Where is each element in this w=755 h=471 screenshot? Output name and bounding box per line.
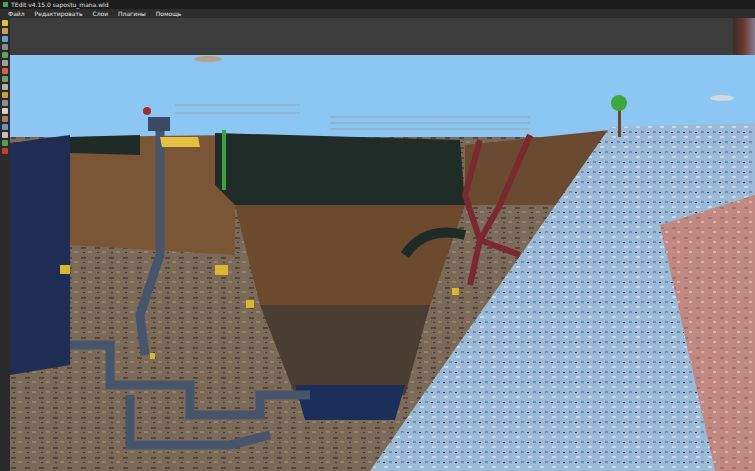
tool-icon[interactable]	[2, 20, 8, 26]
spawn-icon	[143, 107, 151, 115]
floating-island	[194, 56, 222, 62]
sand	[160, 137, 200, 147]
floating-island	[710, 95, 734, 101]
forest-surface	[215, 133, 465, 205]
tool-icon[interactable]	[2, 108, 8, 114]
tree-trunk	[618, 107, 621, 137]
ore-deposit	[215, 265, 228, 275]
tedit-window: TEdit v4.15.0 sapostu_mana.wld Файл Редак…	[0, 0, 755, 471]
ore-deposit	[60, 265, 70, 274]
cave	[405, 233, 465, 256]
crimson-biome	[660, 195, 755, 471]
top-panel	[10, 18, 755, 55]
tool-icon[interactable]	[2, 44, 8, 50]
dirt-layer	[70, 135, 235, 255]
tool-icon[interactable]	[2, 84, 8, 90]
dungeon-entrance	[148, 117, 170, 131]
underground-layer	[260, 305, 430, 395]
tool-icon[interactable]	[2, 52, 8, 58]
sky-bridge	[175, 105, 530, 129]
tool-icon[interactable]	[2, 100, 8, 106]
dirt-layer	[235, 205, 465, 305]
title-bar: TEdit v4.15.0 sapostu_mana.wld	[0, 0, 755, 9]
crimson-chasm	[465, 135, 530, 285]
ocean	[10, 135, 70, 375]
app-icon	[3, 2, 8, 7]
tool-icon[interactable]	[2, 148, 8, 154]
tool-icon[interactable]	[2, 124, 8, 130]
tool-icon[interactable]	[2, 68, 8, 74]
tool-icon[interactable]	[2, 36, 8, 42]
menu-item[interactable]: Файл	[8, 10, 25, 18]
tool-icon[interactable]	[2, 28, 8, 34]
snow-biome	[370, 123, 755, 471]
tree-icon	[611, 95, 627, 111]
forest-surface	[70, 135, 140, 155]
ore-deposit	[452, 288, 459, 295]
menu-item[interactable]: Помощь	[156, 10, 182, 18]
window-title: TEdit v4.15.0 sapostu_mana.wld	[11, 1, 109, 9]
tool-icon[interactable]	[2, 92, 8, 98]
tool-icon[interactable]	[2, 132, 8, 138]
menu-item[interactable]: Слои	[92, 10, 108, 18]
water-pool	[295, 385, 405, 420]
ore-deposit	[150, 353, 155, 359]
tool-icon[interactable]	[2, 140, 8, 146]
tool-bar	[0, 18, 10, 471]
stone-layer	[10, 55, 755, 471]
menu-item[interactable]: Редактировать	[35, 10, 83, 18]
dungeon	[70, 125, 310, 445]
menu-item[interactable]: Плагины	[118, 10, 146, 18]
tool-icon[interactable]	[2, 60, 8, 66]
jungle-vine	[222, 130, 226, 190]
minimap[interactable]	[733, 18, 755, 55]
world-map-canvas[interactable]	[10, 55, 755, 471]
tool-icon[interactable]	[2, 76, 8, 82]
menu-bar: Файл Редактировать Слои Плагины Помощь	[0, 9, 755, 18]
ore-deposit	[246, 300, 254, 308]
tool-icon[interactable]	[2, 116, 8, 122]
sky	[10, 55, 755, 137]
